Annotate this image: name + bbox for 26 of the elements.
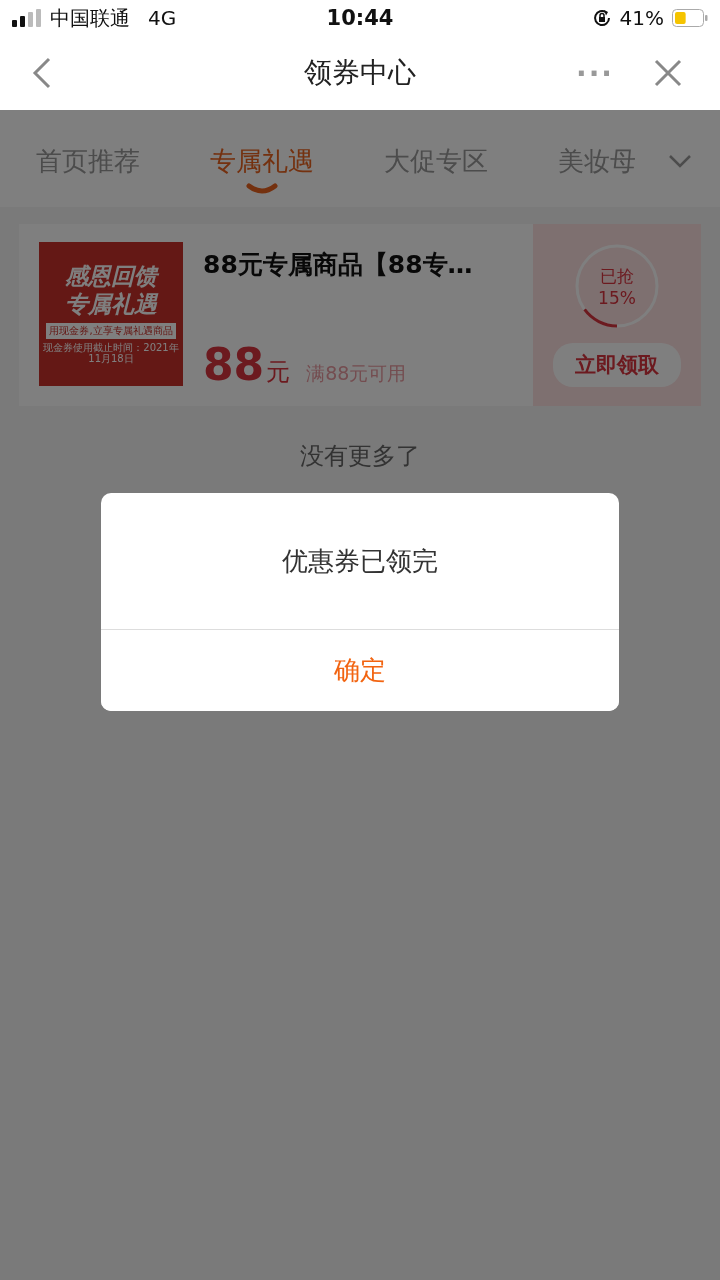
coupon-title: 88元专属商品【88专…	[203, 249, 473, 281]
confirm-button[interactable]: 确定	[101, 629, 619, 711]
battery-percent: 41%	[619, 6, 664, 30]
dialog-message: 优惠券已领完	[282, 544, 438, 578]
claim-button[interactable]: 立即领取	[553, 343, 681, 387]
clock: 10:44	[326, 6, 394, 30]
signal-icon	[12, 9, 42, 27]
close-icon[interactable]	[654, 59, 682, 87]
coupon-unit: 元	[266, 357, 291, 388]
end-of-list-text: 没有更多了	[300, 441, 420, 472]
rotation-lock-icon	[591, 8, 612, 28]
coupon-amount: 88	[203, 343, 265, 387]
tab-indicator-icon	[246, 183, 278, 195]
back-icon[interactable]	[32, 57, 52, 89]
claimed-percent: 15%	[598, 287, 636, 308]
network-type: 4G	[148, 6, 177, 30]
banner-headline: 感恩回馈	[65, 263, 157, 291]
more-button[interactable]: ···	[576, 56, 614, 90]
carrier-name: 中国联通	[50, 4, 130, 32]
category-tab[interactable]: 专属礼遇	[210, 110, 314, 195]
battery-icon	[672, 9, 708, 27]
banner-headline: 专属礼遇	[65, 291, 157, 319]
claimed-label: 已抢	[600, 264, 634, 288]
banner-ribbon: 用现金券,立享专属礼遇商品	[46, 322, 176, 339]
banner-note: 现金券使用截止时间：2021年11月18日	[43, 341, 179, 365]
page-title: 领券中心	[304, 55, 416, 91]
